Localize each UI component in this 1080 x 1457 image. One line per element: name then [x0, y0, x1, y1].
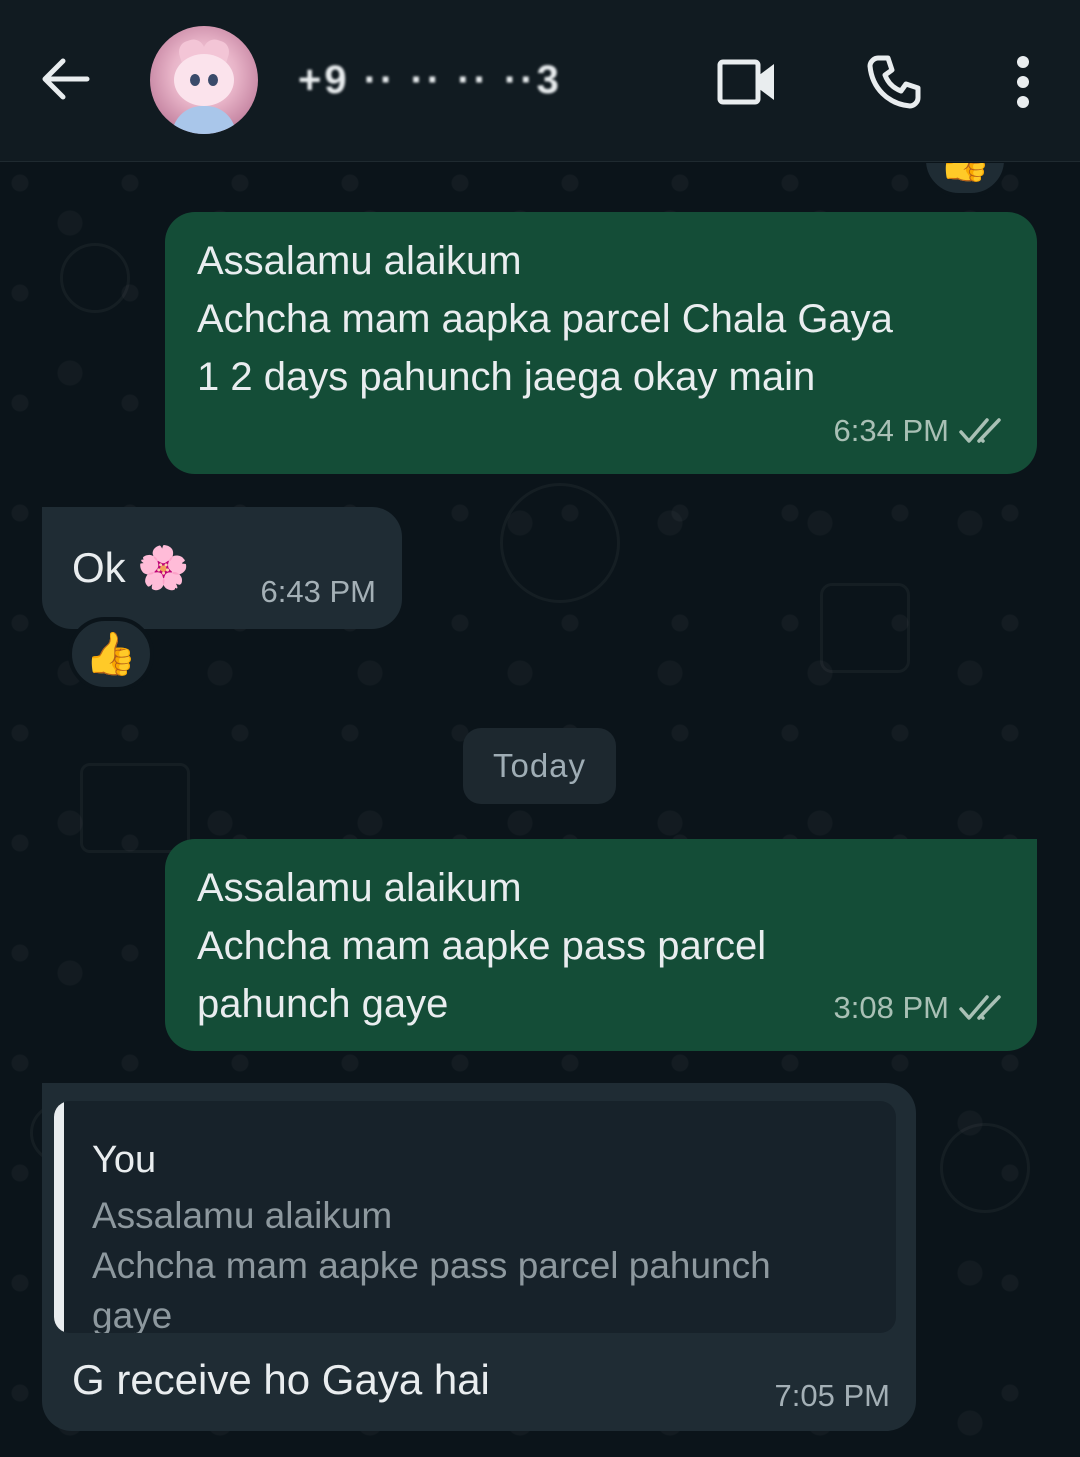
thumbs-up-emoji: 👍 [939, 163, 991, 185]
message-time: 6:34 PM [833, 413, 949, 448]
wallpaper-doodle [60, 243, 130, 313]
video-call-icon [717, 59, 774, 105]
video-call-button[interactable] [710, 44, 786, 120]
contact-name[interactable]: +9 ·· ·· ·· ··3 [298, 52, 678, 108]
message-meta: 6:43 PM [261, 563, 376, 621]
message-bubble-incoming[interactable]: You Assalamu alaikum Achcha mam aapke pa… [42, 1083, 916, 1431]
wallpaper-doodle [820, 583, 910, 673]
reaction-badge[interactable]: 👍 [68, 617, 154, 691]
message-text: Assalamu alaikum Achcha mam aapka parcel… [197, 239, 893, 399]
message-bubble-outgoing[interactable]: Assalamu alaikum Achcha mam aapke pass p… [165, 839, 1037, 1051]
quoted-message[interactable]: You Assalamu alaikum Achcha mam aapke pa… [54, 1101, 896, 1333]
message-text: Ok 🌸 [72, 544, 190, 591]
thumbs-up-emoji: 👍 [84, 629, 138, 677]
more-vertical-icon [1017, 56, 1029, 108]
arrow-left-icon [42, 58, 90, 100]
message-text: Assalamu alaikum Achcha mam aapke pass p… [197, 866, 767, 1026]
wallpaper-doodle [80, 763, 190, 853]
message-bubble-incoming[interactable]: Ok 🌸 6:43 PM [42, 507, 402, 629]
quote-author: You [92, 1139, 157, 1181]
message-time: 3:08 PM [833, 990, 949, 1025]
date-divider: Today [463, 728, 616, 804]
wallpaper-doodle [500, 483, 620, 603]
chat-header: +9 ·· ·· ·· ··3 [0, 0, 1080, 162]
reaction-badge[interactable]: 👍 [922, 163, 1008, 197]
back-button[interactable] [30, 44, 100, 114]
quote-bar [54, 1101, 64, 1333]
menu-button[interactable] [985, 44, 1061, 120]
message-time: 7:05 PM [774, 1378, 890, 1413]
voice-call-button[interactable] [856, 44, 932, 120]
wallpaper-doodle [940, 1123, 1030, 1213]
message-time: 6:43 PM [260, 574, 376, 609]
message-meta: 7:05 PM [775, 1367, 890, 1425]
quote-text: Assalamu alaikum Achcha mam aapke pass p… [92, 1195, 771, 1333]
contact-avatar[interactable] [150, 26, 258, 134]
message-meta: 6:34 PM [834, 402, 1011, 460]
read-ticks-icon [959, 995, 1001, 1020]
phone-icon [867, 55, 921, 109]
read-ticks-icon [959, 418, 1001, 443]
message-bubble-outgoing[interactable]: Assalamu alaikum Achcha mam aapka parcel… [165, 212, 1037, 474]
chat-area[interactable]: 👍 Assalamu alaikum Achcha mam aapka parc… [0, 163, 1080, 1457]
message-meta: 3:08 PM [834, 979, 1011, 1037]
message-text: G receive ho Gaya hai [72, 1356, 490, 1403]
